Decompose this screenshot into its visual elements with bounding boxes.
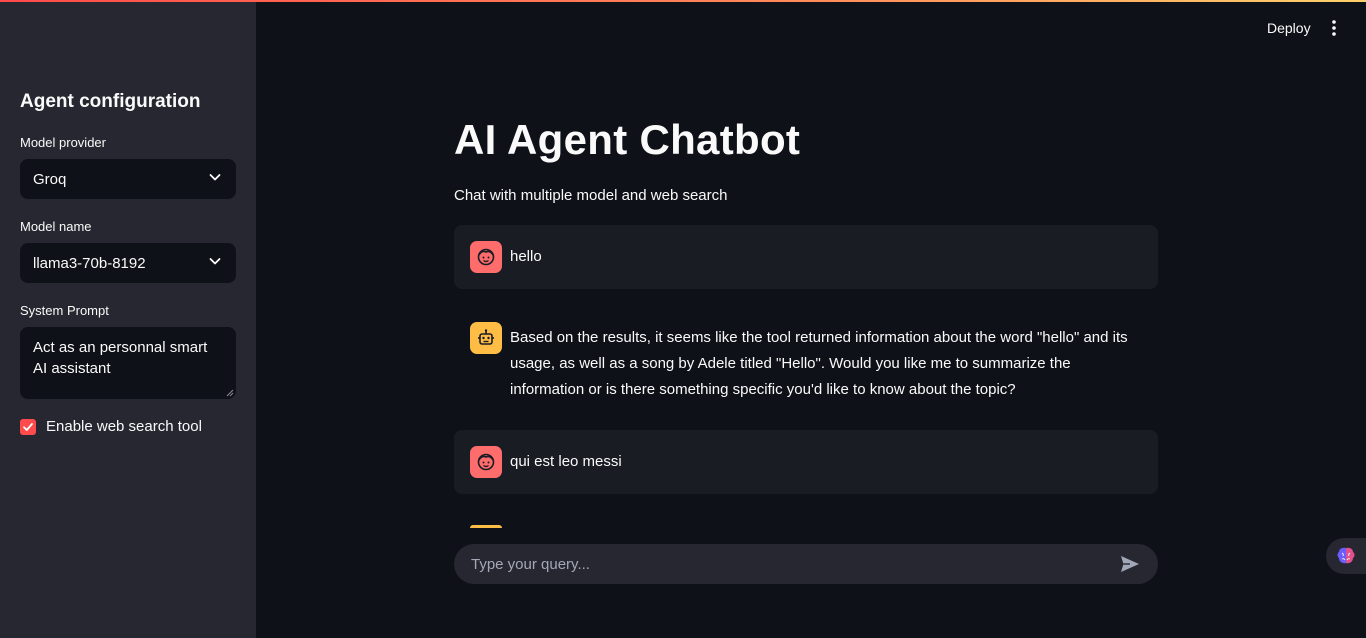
send-icon (1121, 556, 1139, 572)
chevron-down-icon (207, 253, 223, 273)
web-search-toggle[interactable]: Enable web search tool (20, 418, 202, 435)
model-name-select[interactable]: llama3-70b-8192 (20, 243, 236, 283)
user-avatar (470, 446, 502, 478)
chat-input[interactable] (471, 555, 1119, 573)
system-prompt-label: System Prompt (20, 303, 109, 318)
main-menu-button[interactable] (1324, 16, 1344, 40)
kebab-menu-icon (1332, 20, 1336, 36)
deploy-button[interactable]: Deploy (1258, 16, 1320, 40)
model-provider-label: Model provider (20, 135, 106, 150)
chevron-down-icon (207, 169, 223, 189)
brain-icon (1337, 547, 1355, 564)
sidebar-title: Agent configuration (20, 91, 201, 112)
message-text: qui est leo messi (510, 453, 622, 470)
message-text: hello (510, 248, 542, 265)
robot-icon (478, 329, 494, 345)
chat-message-user: qui est leo messi (454, 430, 1158, 494)
send-button[interactable] (1119, 553, 1141, 575)
model-name-label: Model name (20, 219, 92, 234)
page-subtitle: Chat with multiple model and web search (454, 187, 728, 204)
system-prompt-value: Act as an personnal smart AI assistant (33, 339, 208, 377)
user-avatar (470, 241, 502, 273)
sidebar: Agent configuration Model provider Groq … (0, 2, 256, 638)
model-provider-value: Groq (33, 170, 67, 188)
web-search-label: Enable web search tool (46, 418, 202, 435)
floating-assistant-button[interactable] (1326, 538, 1366, 574)
checkmark-icon (23, 422, 33, 431)
chat-message-user: hello (454, 225, 1158, 289)
page-title: AI Agent Chatbot (454, 116, 801, 163)
model-provider-select[interactable]: Groq (20, 159, 236, 199)
system-prompt-textarea[interactable]: Act as an personnal smart AI assistant (20, 327, 236, 399)
face-icon (477, 453, 495, 471)
assistant-avatar (470, 322, 502, 354)
resize-grip-icon[interactable] (226, 389, 234, 397)
assistant-avatar-partial (470, 525, 502, 528)
model-name-value: llama3-70b-8192 (33, 254, 146, 272)
chat-message-assistant: Based on the results, it seems like the … (454, 306, 1158, 414)
message-text: Based on the results, it seems like the … (510, 329, 1128, 398)
chat-input-bar (454, 544, 1158, 584)
face-icon (477, 248, 495, 266)
web-search-checkbox[interactable] (20, 418, 36, 435)
